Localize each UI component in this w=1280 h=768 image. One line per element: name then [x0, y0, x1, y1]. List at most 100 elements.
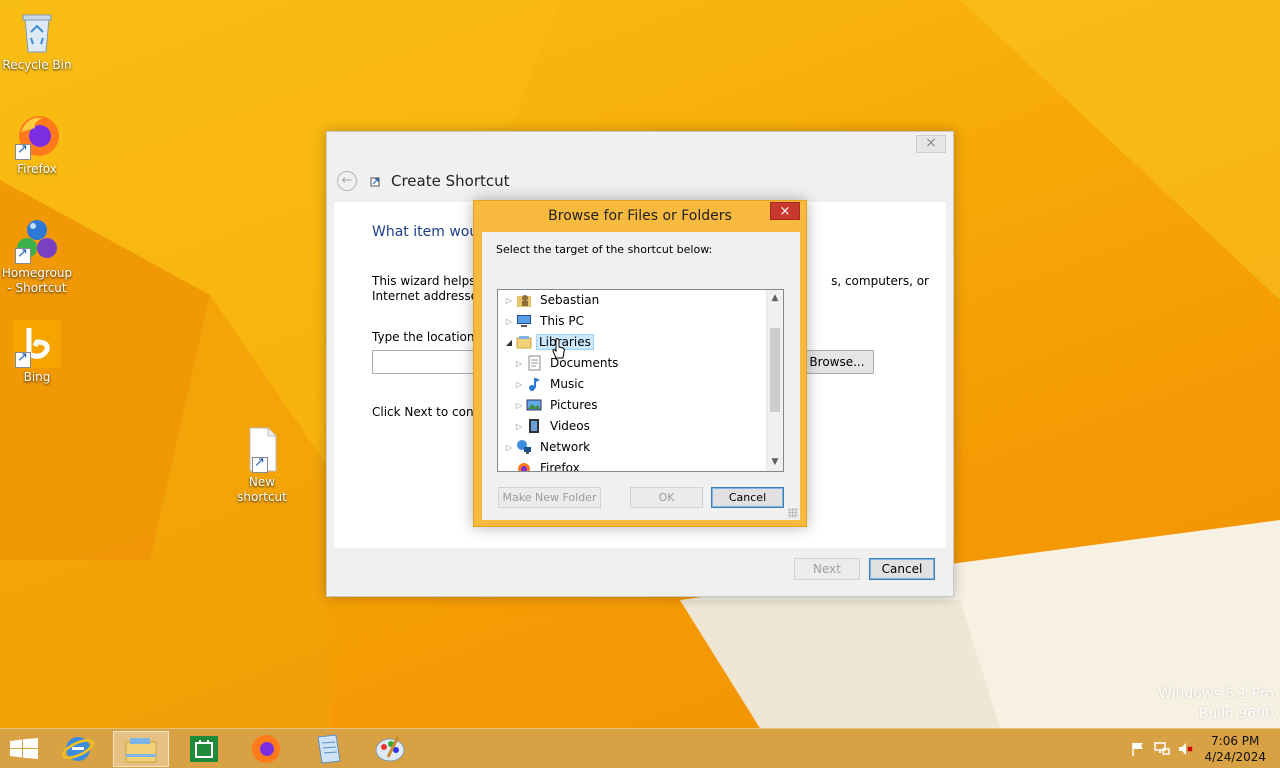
tree-item-pictures[interactable]: ▷ Pictures [514, 395, 602, 415]
desktop-icon-label: New shortcut [237, 475, 287, 504]
browse-cancel-button[interactable]: Cancel [711, 487, 784, 508]
internet-explorer-icon [62, 737, 94, 761]
taskbar: 7:06 PM 4/24/2024 [0, 728, 1280, 768]
next-button[interactable]: Next [794, 558, 860, 580]
desktop-icon-label: Bing [23, 370, 51, 384]
expand-arrow-icon[interactable]: ▷ [514, 380, 524, 389]
pictures-icon [526, 397, 542, 413]
tree-item-label: Firefox [540, 461, 580, 472]
homegroup-icon [13, 216, 61, 264]
firefox-icon [516, 460, 532, 471]
taskbar-clock[interactable]: 7:06 PM 4/24/2024 [1204, 733, 1266, 765]
firefox-icon [252, 735, 280, 763]
document-viewer-icon [317, 734, 341, 764]
desktop-icon-bing[interactable]: Bing [0, 320, 74, 385]
windows-watermark: Windows 8.1 Pro Build 9600 [1158, 684, 1274, 724]
clock-time: 7:06 PM [1211, 734, 1260, 748]
computer-icon [516, 313, 532, 329]
tree-item-label: Pictures [550, 398, 598, 412]
shortcut-arrow-icon [252, 455, 268, 473]
taskbar-firefox[interactable] [238, 731, 294, 767]
watermark-edition: Windows 8.1 Pro [1158, 686, 1274, 702]
videos-icon [526, 418, 542, 434]
browse-titlebar[interactable]: Browse for Files or Folders × [474, 201, 806, 231]
network-status-icon[interactable] [1154, 741, 1170, 757]
expand-arrow-icon[interactable]: ▷ [504, 443, 514, 452]
next-hint: Click Next to contin [372, 405, 490, 419]
browse-body: Select the target of the shortcut below:… [482, 232, 800, 520]
tree-item-libraries[interactable]: ◢ Libraries [504, 332, 594, 352]
shortcut-arrow-icon [15, 246, 31, 264]
scroll-thumb[interactable] [770, 328, 780, 412]
expand-arrow-icon[interactable]: ▷ [514, 401, 524, 410]
tree-item-documents[interactable]: ▷ Documents [514, 353, 622, 373]
file-explorer-icon [125, 738, 157, 763]
shortcut-arrow-icon [15, 350, 31, 368]
tree-item-music[interactable]: ▷ Music [514, 374, 588, 394]
libraries-icon [516, 334, 532, 350]
hand-cursor-icon [552, 338, 566, 360]
desktop-icon-label: Recycle Bin [2, 58, 72, 72]
desktop-icon-firefox[interactable]: Firefox [0, 112, 74, 177]
documents-icon [526, 355, 542, 371]
intro-line1-right: s, computers, or [831, 274, 929, 288]
scroll-down-icon[interactable]: ▼ [767, 454, 783, 471]
blank-file-icon [238, 425, 286, 473]
collapse-arrow-icon[interactable]: ◢ [504, 338, 514, 347]
wizard-cancel-button[interactable]: Cancel [869, 558, 935, 580]
taskbar-store[interactable] [176, 731, 232, 767]
tree-item-network[interactable]: ▷ Network [504, 437, 594, 457]
tree-item-videos[interactable]: ▷ Videos [514, 416, 594, 436]
taskbar-document[interactable] [300, 731, 356, 767]
clock-date: 4/24/2024 [1204, 750, 1266, 764]
tree-item-this-pc[interactable]: ▷ This PC [504, 311, 588, 331]
desktop-icon-homegroup[interactable]: Homegroup - Shortcut [0, 216, 74, 296]
scroll-up-icon[interactable]: ▲ [767, 290, 783, 307]
tree-item-label: Music [550, 377, 585, 391]
taskbar-file-explorer[interactable] [113, 731, 169, 767]
ok-button[interactable]: OK [630, 487, 703, 508]
expand-arrow-icon[interactable]: ▷ [514, 422, 524, 431]
tree-item-label: Videos [550, 419, 590, 433]
browse-button[interactable]: Browse... [800, 350, 874, 374]
make-new-folder-button[interactable]: Make New Folder [498, 487, 601, 508]
back-arrow-icon[interactable]: ← [337, 171, 357, 191]
tree-item-label: This PC [540, 314, 584, 328]
paint-icon [375, 736, 405, 762]
wizard-title: Create Shortcut [391, 172, 510, 190]
desktop-icon-label: Homegroup - Shortcut [1, 266, 73, 295]
action-center-flag-icon[interactable] [1130, 741, 1146, 757]
browse-close-button[interactable]: × [770, 202, 800, 220]
tree-item-firefox[interactable]: Firefox [504, 458, 584, 472]
taskbar-internet-explorer[interactable] [52, 731, 108, 767]
network-icon [516, 439, 532, 455]
shortcut-small-icon [369, 174, 383, 188]
folder-tree[interactable]: ▷ Sebastian ▷ This PC ◢ Libraries ▷ Docu… [497, 289, 784, 472]
wizard-question: What item wou [372, 224, 479, 240]
volume-muted-icon[interactable] [1178, 741, 1194, 757]
start-button[interactable] [10, 738, 38, 760]
browse-title: Browse for Files or Folders [548, 208, 732, 224]
browse-prompt: Select the target of the shortcut below: [496, 243, 713, 256]
bing-icon [13, 320, 61, 368]
windows-logo-icon [10, 738, 38, 759]
location-label: Type the location o [372, 330, 486, 344]
expand-arrow-icon[interactable]: ▷ [504, 296, 514, 305]
tree-item-label: Network [540, 440, 591, 454]
tree-scrollbar[interactable]: ▲ ▼ [766, 290, 783, 471]
wizard-close-button[interactable]: × [916, 135, 946, 153]
resize-grip-icon[interactable] [788, 508, 798, 518]
tree-item-label: Sebastian [540, 293, 600, 307]
desktop-icon-new-shortcut[interactable]: New shortcut [225, 425, 299, 505]
desktop-icon-label: Firefox [17, 162, 57, 176]
desktop-icon-recycle-bin[interactable]: Recycle Bin [0, 8, 74, 73]
store-icon [190, 736, 218, 762]
firefox-icon [13, 112, 61, 160]
tree-item-sebastian[interactable]: ▷ Sebastian [504, 290, 603, 310]
expand-arrow-icon[interactable]: ▷ [514, 359, 524, 368]
wizard-header: ← Create Shortcut [337, 170, 510, 192]
user-folder-icon [516, 292, 532, 308]
watermark-build: Build 9600 [1198, 706, 1274, 722]
expand-arrow-icon[interactable]: ▷ [504, 317, 514, 326]
taskbar-paint[interactable] [362, 731, 418, 767]
